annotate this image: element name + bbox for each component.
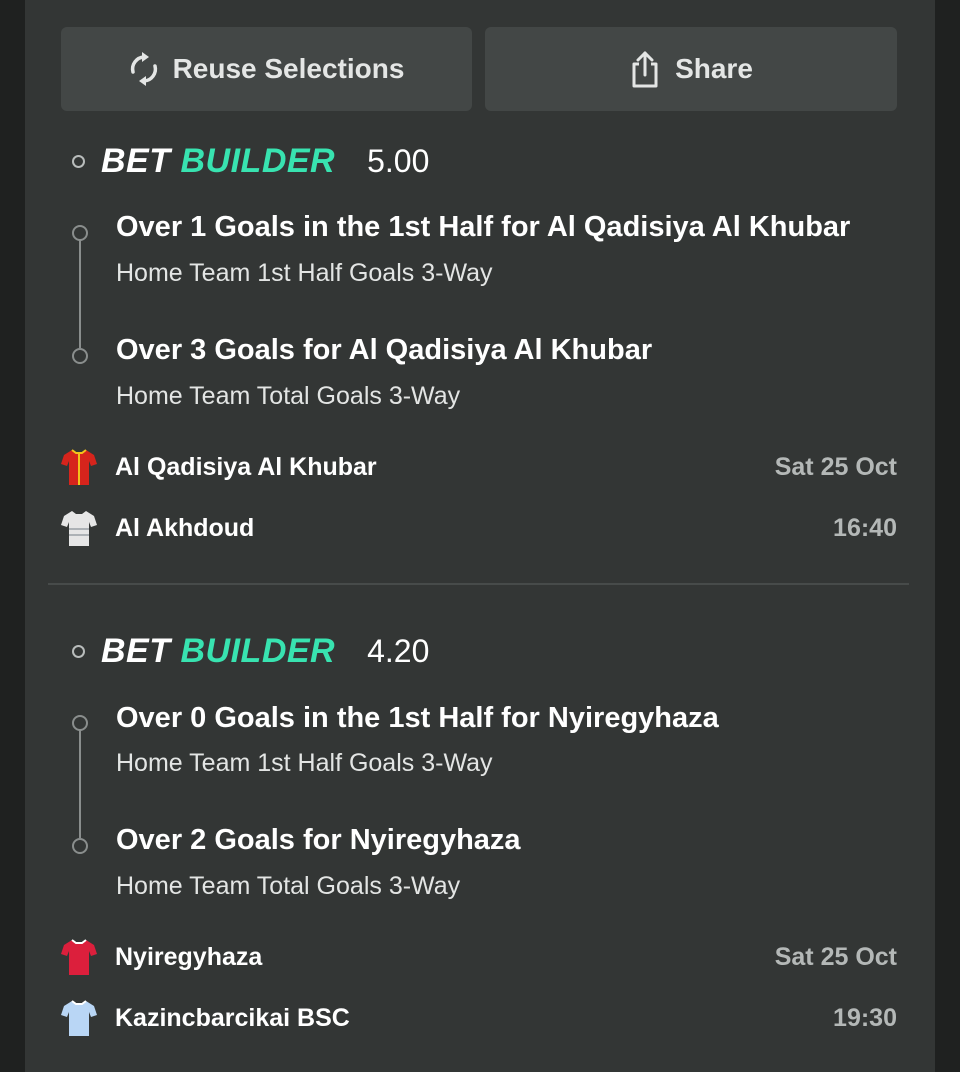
bet-builder-header: BET BUILDER 4.20 <box>72 631 429 671</box>
bet-odds: 5.00 <box>367 142 430 179</box>
match-date: Sat 25 Oct <box>774 452 897 481</box>
away-team-name: Kazincbarcikai BSC <box>115 1003 350 1032</box>
home-jersey-icon <box>61 939 97 975</box>
bet-divider <box>48 583 909 585</box>
away-team-name: Al Akhdoud <box>115 513 255 542</box>
home-team-name: Nyiregyhaza <box>115 942 263 971</box>
bet-builder-tag-builder: BUILDER <box>180 141 336 180</box>
bet-builder-tag-bet: BET <box>101 631 171 670</box>
refresh-icon <box>130 52 157 86</box>
match-date: Sat 25 Oct <box>774 942 897 971</box>
bet-builder-tag-bet: BET <box>101 141 171 180</box>
bet-builder-header: BET BUILDER 5.00 <box>72 141 429 181</box>
timeline-connector <box>79 730 81 838</box>
share-label: Share <box>675 53 753 84</box>
match-time: 16:40 <box>833 513 897 542</box>
match-time: 19:30 <box>833 1003 897 1032</box>
timeline-dot-icon <box>72 225 88 241</box>
timeline-dot-icon <box>72 348 88 364</box>
home-team-row: Al Qadisiya Al Khubar Sat 25 Oct <box>60 447 897 487</box>
selection-title: Over 0 Goals in the 1st Half for Nyiregy… <box>116 702 719 734</box>
timeline-dot-icon <box>72 838 88 854</box>
selection-market: Home Team 1st Half Goals 3-Way <box>116 749 493 777</box>
away-team-row: Al Akhdoud 16:40 <box>60 508 897 548</box>
home-jersey-icon <box>61 449 97 485</box>
selection-market: Home Team 1st Half Goals 3-Way <box>116 259 493 287</box>
selection-market: Home Team Total Goals 3-Way <box>116 382 461 410</box>
bet-builder-tag-builder: BUILDER <box>180 631 336 670</box>
bet-odds: 4.20 <box>367 632 430 669</box>
reuse-selections-button[interactable]: Reuse Selections <box>61 27 472 111</box>
away-team-row: Kazincbarcikai BSC 19:30 <box>60 998 897 1038</box>
away-jersey-icon <box>61 511 97 546</box>
bet-radio-icon <box>72 644 85 658</box>
home-team-name: Al Qadisiya Al Khubar <box>115 452 377 481</box>
timeline-dot-icon <box>72 715 88 731</box>
selection-title: Over 1 Goals in the 1st Half for Al Qadi… <box>116 211 851 243</box>
selection-title: Over 3 Goals for Al Qadisiya Al Khubar <box>116 334 653 366</box>
away-jersey-icon <box>61 1000 97 1036</box>
bet-radio-icon <box>72 154 85 168</box>
selection-title: Over 2 Goals for Nyiregyhaza <box>116 824 521 856</box>
selection-market: Home Team Total Goals 3-Way <box>116 872 461 900</box>
reuse-selections-label: Reuse Selections <box>172 53 405 84</box>
share-icon <box>632 51 658 88</box>
home-team-row: Nyiregyhaza Sat 25 Oct <box>60 937 897 977</box>
timeline-connector <box>79 240 81 348</box>
share-button[interactable]: Share <box>485 27 897 111</box>
